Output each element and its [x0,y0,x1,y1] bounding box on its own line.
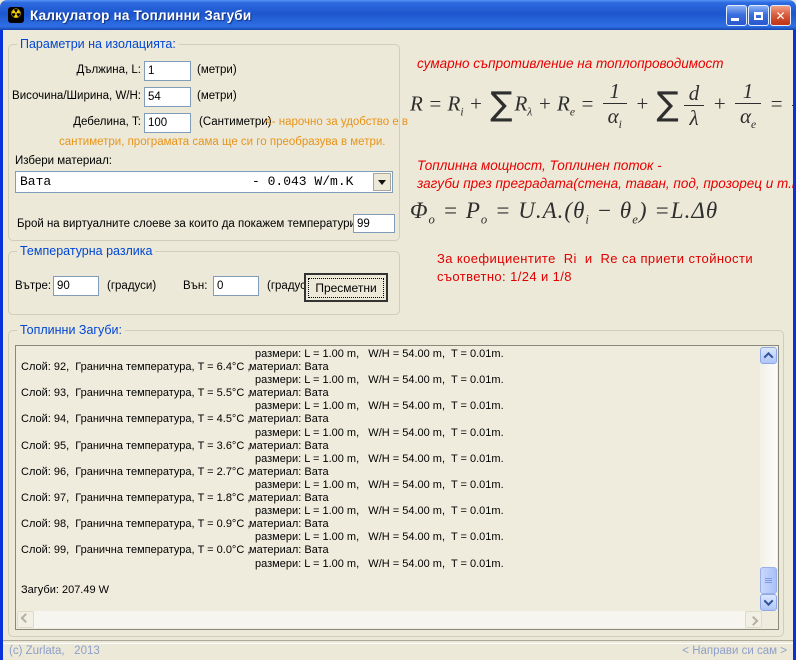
inside-unit: (градуси) [107,280,156,292]
chevron-left-icon [21,613,31,623]
vertical-scrollbar[interactable] [760,347,777,611]
resistance-formula: R = Ri + ∑Rλ + Re = 1αi + ∑dλ + 1αe = 1U [410,80,796,131]
loss-list-row-dim[interactable]: размери: L = 1.00 m, W/H = 54.00 m, T = … [16,348,758,361]
chevron-down-icon [378,180,386,185]
close-button[interactable]: ✕ [770,5,791,26]
inside-label: Вътре: [15,280,51,292]
loss-list-row-layer[interactable]: Слой: 95, Гранична температура, T = 3.6°… [16,440,758,453]
loss-list-row-dim[interactable]: размери: L = 1.00 m, W/H = 54.00 m, T = … [16,453,758,466]
power-formula: Φo = Po = U.A.(θi − θe) =L.Δθ [410,198,718,228]
material-coefficient: - 0.043 W/m.K [252,172,353,192]
loss-list-row-dim[interactable]: размери: L = 1.00 m, W/H = 54.00 m, T = … [16,427,758,440]
material-label: Избери материал: [15,155,112,167]
close-icon: ✕ [775,9,785,23]
material-dropdown-button[interactable] [373,173,391,191]
scroll-down-button[interactable] [760,594,777,611]
calculate-button-label: Пресметни [308,278,383,298]
temp-difference-group: Температурна разлика Вътре: (градуси) Въ… [8,251,400,315]
material-combobox[interactable]: Вата - 0.043 W/m.K [15,171,393,193]
scroll-right-button[interactable] [745,611,762,628]
horizontal-scrollbar[interactable] [17,611,762,628]
coefficients-note-line2: съответно: 1/24 и 1/8 [437,269,572,284]
status-bar: (c) Zurlata, 2013 < Направи си сам > [3,644,793,660]
inside-temp-input[interactable] [53,276,99,296]
loss-list-row-layer[interactable]: Слой: 99, Гранична температура, T = 0.0°… [16,544,758,557]
loss-list-row-layer[interactable]: Слой: 96, Гранична температура, T = 2.7°… [16,466,758,479]
loss-list-row-layer[interactable]: Слой: 92, Гранична температура, T = 6.4°… [16,361,758,374]
power-caption-line1: Топлинна мощност, Топлинен поток - [417,158,662,173]
insulation-params-group: Параметри на изолацията: Дължина, L: (ме… [8,44,400,241]
thumb-grip [765,580,772,581]
length-input[interactable] [144,61,191,81]
loss-list-row-dim[interactable]: размери: L = 1.00 m, W/H = 54.00 m, T = … [16,531,758,544]
insulation-params-title: Параметри на изолацията: [17,37,179,51]
copyright-text: (c) Zurlata, 2013 [9,645,100,657]
power-caption-line2: загуби през преградата(стена, таван, под… [417,176,796,191]
layers-label: Брой на виртуалните слоеве за които да п… [17,218,359,230]
thickness-note-line2: сантиметри, програмата сама ще си го пре… [59,136,385,148]
radiation-app-icon: ☢ [8,7,24,23]
chevron-right-icon [749,616,759,626]
calculate-button[interactable]: Пресметни [304,273,388,302]
width-label: Височина/Ширина, W/H: [9,90,141,102]
chevron-up-icon [764,352,774,362]
temp-difference-title: Температурна разлика [17,244,155,258]
diy-link[interactable]: < Направи си сам > [682,645,787,657]
thickness-label: Дебелина, T: [9,116,141,128]
heat-losses-title: Топлинни Загуби: [17,323,125,337]
thumb-grip [765,582,772,583]
maximize-button[interactable] [748,5,769,26]
vertical-scroll-thumb[interactable] [760,567,777,594]
loss-list-row-layer[interactable]: Слой: 97, Гранична температура, T = 1.8°… [16,492,758,505]
width-input[interactable] [144,87,191,107]
length-unit: (метри) [197,64,237,76]
layers-input[interactable] [353,214,395,233]
length-label: Дължина, L: [9,64,141,76]
chevron-down-icon [764,596,774,606]
scroll-left-button[interactable] [17,611,34,628]
application-window: ☢ Калкулатор на Топлинни Загуби ✕ Параме… [0,0,796,660]
outside-label: Вън: [183,280,207,292]
loss-list-row-total[interactable]: Загуби: 207.49 W [16,584,758,597]
coefficients-note-line1: За коефициентите Ri и Re са приети стойн… [437,251,753,266]
loss-list-row-layer[interactable]: Слой: 94, Гранична температура, T = 4.5°… [16,413,758,426]
outside-temp-input[interactable] [213,276,259,296]
minimize-button[interactable] [726,5,747,26]
loss-listbox[interactable]: размери: L = 1.00 m, W/H = 54.00 m, T = … [15,345,779,630]
window-controls: ✕ [726,5,791,26]
thumb-grip [765,578,772,579]
minimize-icon [731,18,739,21]
loss-list-row-dim[interactable]: размери: L = 1.00 m, W/H = 54.00 m, T = … [16,479,758,492]
loss-list-row-dim[interactable]: размери: L = 1.00 m, W/H = 54.00 m, T = … [16,558,758,571]
loss-list-row-dim[interactable]: размери: L = 1.00 m, W/H = 54.00 m, T = … [16,505,758,518]
window-title: Калкулатор на Топлинни Загуби [30,8,251,23]
loss-list-row-blank[interactable] [16,571,758,584]
loss-list-row-layer[interactable]: Слой: 93, Гранична температура, T = 5.5°… [16,387,758,400]
thickness-unit: (Сантиметри) [199,116,272,128]
window-titlebar[interactable]: ☢ Калкулатор на Топлинни Загуби ✕ [0,0,796,30]
window-frame-left [0,30,3,660]
loss-list: размери: L = 1.00 m, W/H = 54.00 m, T = … [16,348,758,597]
maximize-icon [754,12,763,20]
thickness-input[interactable] [144,113,191,133]
scroll-up-button[interactable] [760,347,777,364]
heat-losses-group: Топлинни Загуби: размери: L = 1.00 m, W/… [8,330,784,637]
width-unit: (метри) [197,90,237,102]
formulas-panel: сумарно съпротивление на топлопроводимос… [404,50,796,330]
loss-list-row-dim[interactable]: размери: L = 1.00 m, W/H = 54.00 m, T = … [16,400,758,413]
resistance-caption: сумарно съпротивление на топлопроводимос… [417,56,724,71]
loss-list-row-dim[interactable]: размери: L = 1.00 m, W/H = 54.00 m, T = … [16,374,758,387]
loss-list-row-layer[interactable]: Слой: 98, Гранична температура, T = 0.9°… [16,518,758,531]
material-selected-value: Вата [20,172,51,192]
thickness-note-line1: <- нарочно за удобство е в [265,116,408,128]
